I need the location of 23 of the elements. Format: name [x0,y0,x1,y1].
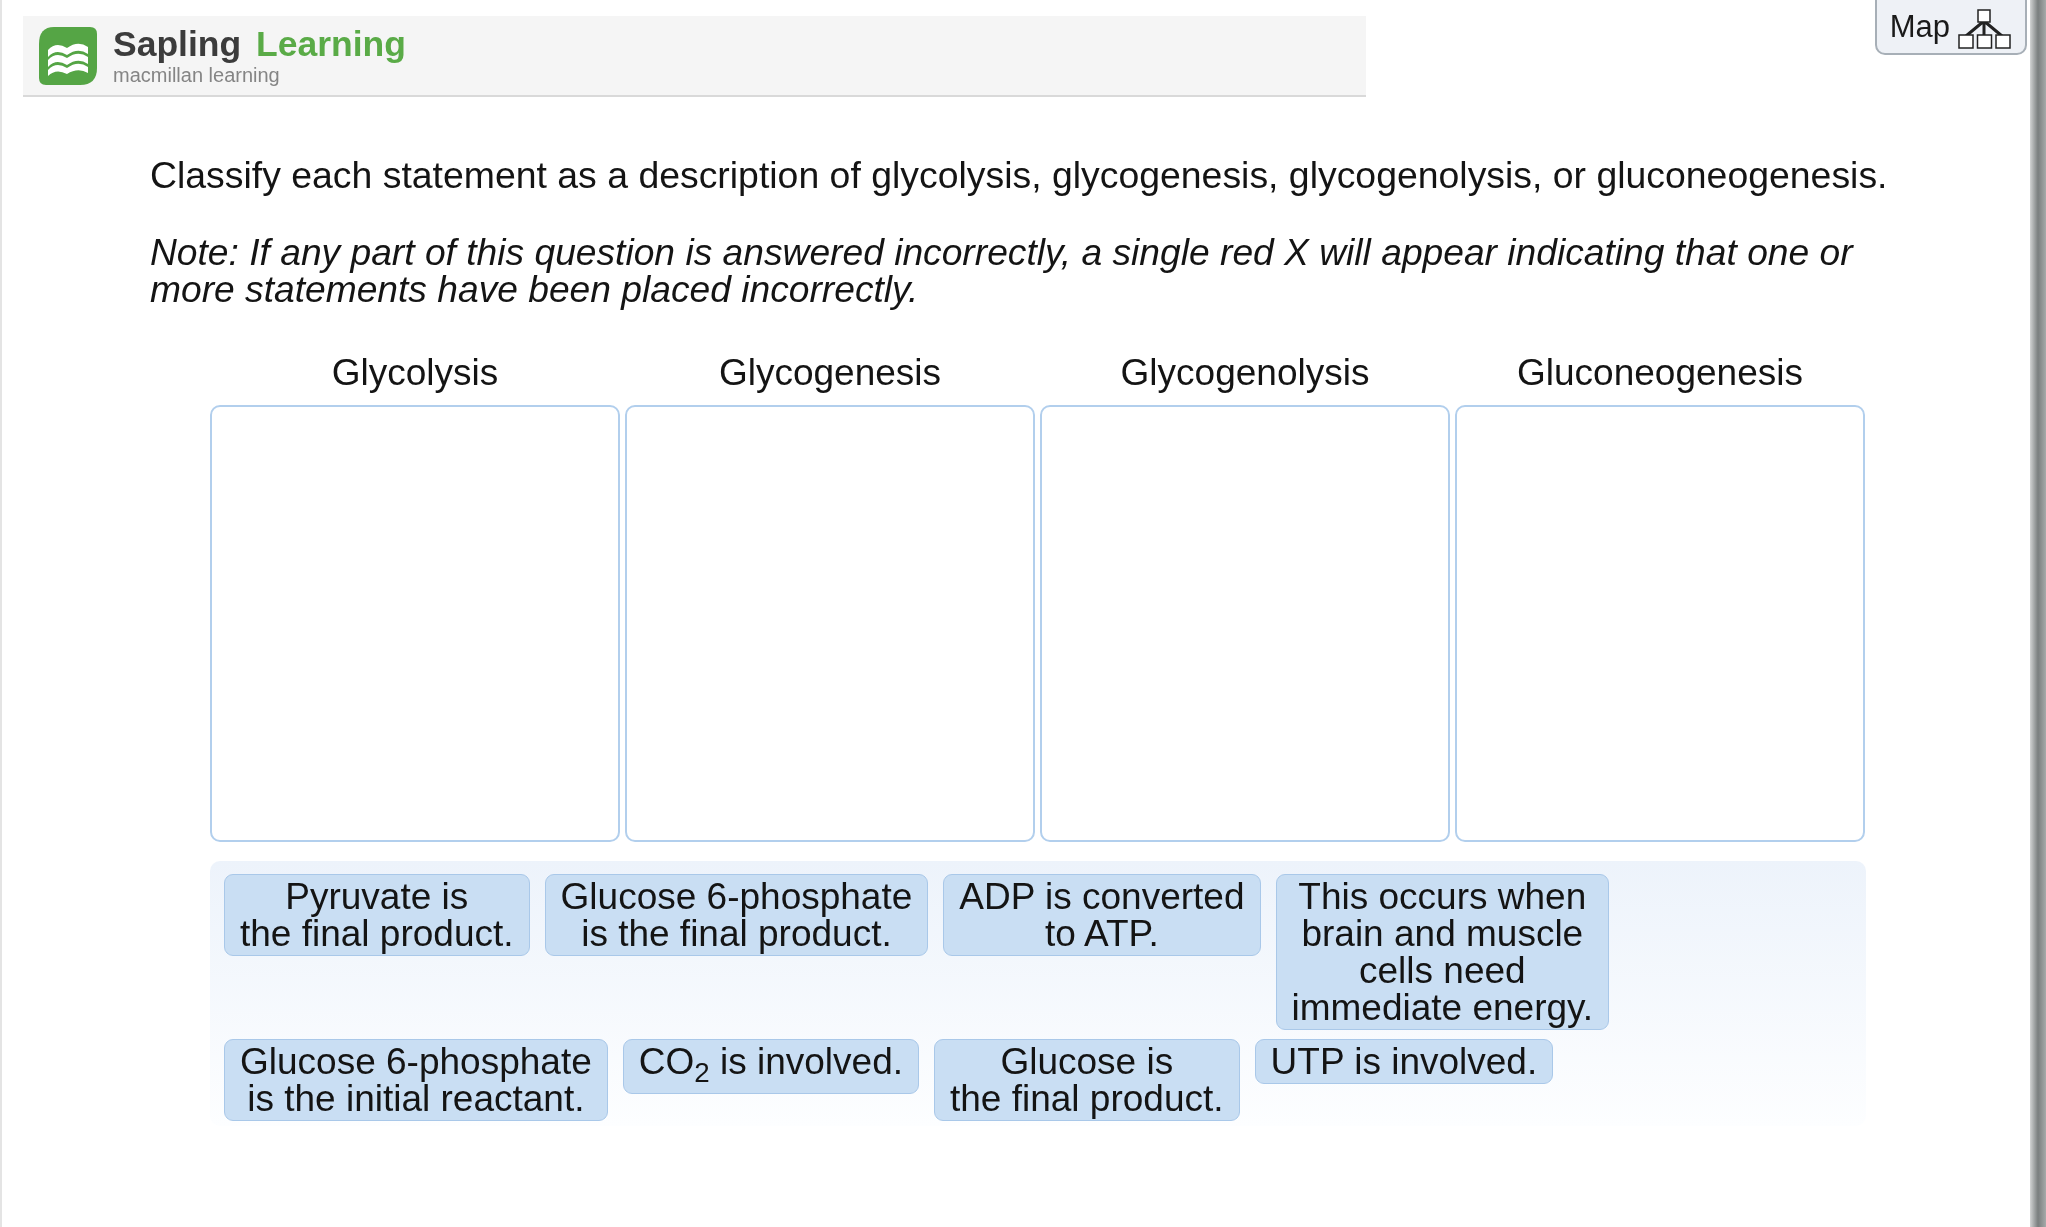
map-button[interactable]: Map [1874,0,2027,55]
tree-diagram-icon [1957,8,2012,49]
bin-heading: Glycogenesis [718,353,942,393]
statement-tile[interactable]: CO$_{2}$ is involved. [622,1039,919,1094]
book-logo-icon [38,25,98,86]
drop-zone[interactable] [1455,405,1865,842]
bin-heading: Gluconeogenesis [1517,353,1803,393]
question-prompt: Classify each statement as a description of glycolysis, glycogenesis, glycogenolysis, or gluconeogenesis. [150,155,1889,195]
statement-tile[interactable]: Glucose 6-phosphate is the initial reactant. [224,1039,608,1121]
drop-zone[interactable] [210,405,620,842]
statement-tile[interactable]: Pyruvate is the final product. [224,874,530,956]
question-note: Note: If any part of this question is answered incorrectly, a single red X will appear indicating that one or more statements have been placed incorrectly. [150,234,1855,308]
statement-tile[interactable]: UTP is involved. [1254,1039,1554,1084]
statement-tile[interactable]: ADP is converted to ATP. [943,874,1261,956]
bin-heading: Glycolysis [331,353,499,393]
statement-tile[interactable]: Glucose is the final product. [934,1039,1240,1121]
brand-tagline: macmillan learning [113,63,281,86]
statement-tile[interactable]: This occurs when brain and muscle cells need immediate energy. [1275,874,1610,1030]
drop-zone[interactable] [625,405,1035,842]
drop-zone[interactable] [1040,405,1450,842]
statement-tile[interactable]: Glucose 6-phosphate is the final product. [544,874,929,956]
brand-name: Sapling Learning [113,25,406,62]
bin-heading: Glycogenolysis [1120,353,1370,393]
